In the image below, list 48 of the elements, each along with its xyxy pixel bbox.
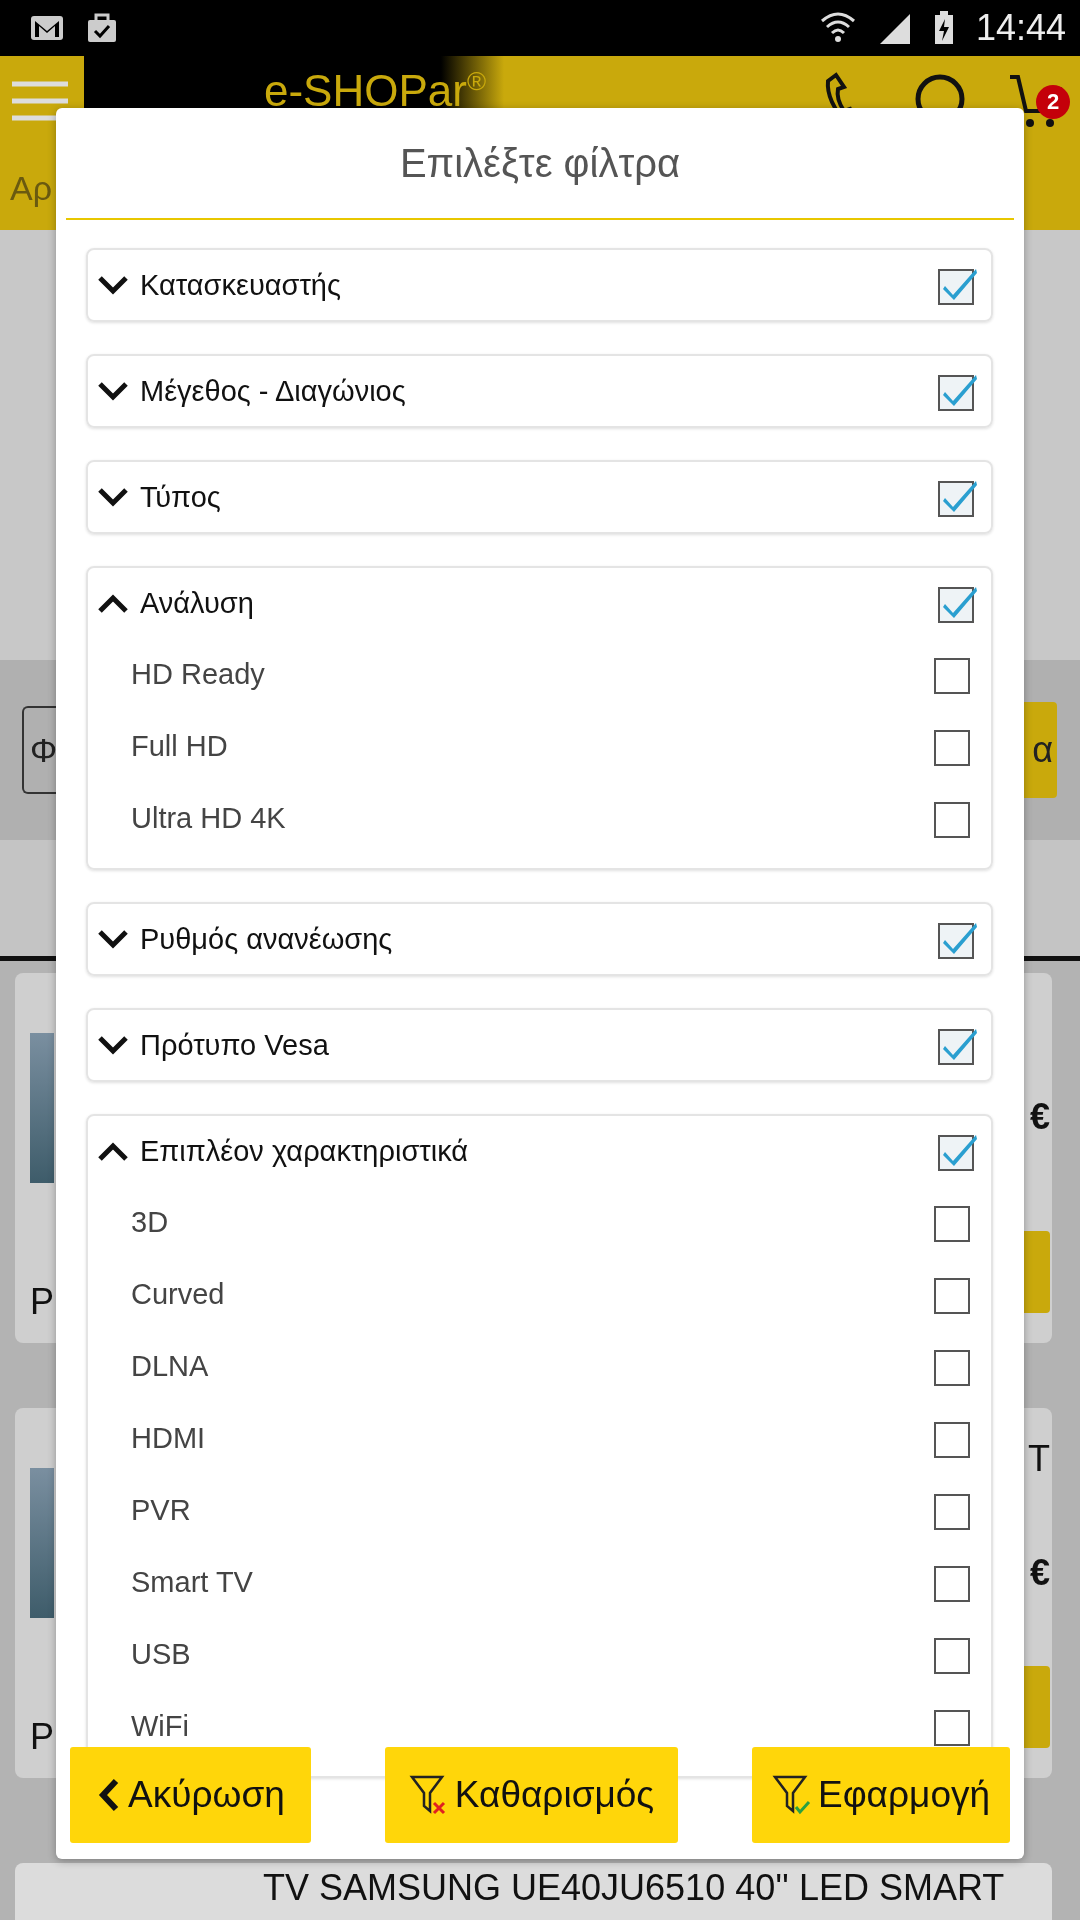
option-label: PVR [131, 1493, 192, 1527]
product-title: TV SAMSUNG UE40JU6510 40'' LED SMART [263, 1867, 1005, 1908]
chevron-down-icon [96, 1033, 130, 1057]
product-price: € [1029, 1096, 1050, 1138]
option-label: USB [131, 1637, 192, 1671]
group-label: Ανάλυση [140, 586, 255, 620]
group-label: Τύπος [140, 480, 222, 514]
group-header[interactable]: Επιπλέον χαρακτηριστικά [88, 1116, 991, 1186]
product-text: P [30, 1281, 54, 1323]
option-label: HDMI [131, 1421, 207, 1455]
option-label: Curved [131, 1277, 226, 1311]
group-header[interactable]: Ρυθμός ανανέωσης [88, 904, 991, 974]
product-price: € [1029, 1552, 1050, 1594]
group-label: Ρυθμός ανανέωσης [140, 922, 394, 956]
funnel-check-icon [771, 1773, 812, 1817]
status-time: 14:44 [975, 7, 1066, 49]
group-header[interactable]: Πρότυπο Vesa [88, 1010, 991, 1080]
group-header[interactable]: Κατασκευαστής [88, 250, 991, 320]
product-text: P [30, 1716, 54, 1758]
option-label: Full HD [131, 729, 229, 763]
option-label: DLNA [131, 1349, 210, 1383]
back-button[interactable]: Ακύρωση [70, 1747, 311, 1843]
clipboard-check-icon [86, 12, 118, 44]
option-label: 3D [131, 1205, 170, 1239]
mail-icon [30, 15, 64, 41]
cart-badge: 2 [1036, 85, 1070, 119]
option-label: Ultra HD 4K [131, 801, 287, 835]
group-header[interactable]: Μέγεθος - Διαγώνιος [88, 356, 991, 426]
group-label: Κατασκευαστής [140, 268, 342, 302]
chevron-down-icon [96, 927, 130, 951]
chevron-down-icon [96, 273, 130, 297]
chevron-down-icon [96, 379, 130, 403]
group-label: Πρότυπο Vesa [140, 1028, 330, 1062]
group-label: Επιπλέον χαρακτηριστικά [140, 1134, 470, 1168]
chevron-down-icon [96, 485, 130, 509]
group-header[interactable]: Ανάλυση [88, 568, 991, 638]
battery-charging-icon [933, 11, 954, 45]
option-label: HD Ready [131, 657, 266, 691]
dialog-title: Επιλέξτε φίλτρα [66, 108, 1014, 220]
group-header[interactable]: Τύπος [88, 462, 991, 532]
clear-button[interactable]: Καθαρισμός [385, 1747, 678, 1843]
product-title: T [1028, 1438, 1050, 1480]
option-label: Smart TV [131, 1565, 254, 1599]
apply-button[interactable]: Εφαρμογή [752, 1747, 1010, 1843]
breadcrumb-text: Αρ [10, 168, 53, 208]
group-label: Μέγεθος - Διαγώνιος [140, 374, 407, 408]
wifi-icon [819, 11, 856, 45]
option-label: WiFi [131, 1709, 190, 1743]
